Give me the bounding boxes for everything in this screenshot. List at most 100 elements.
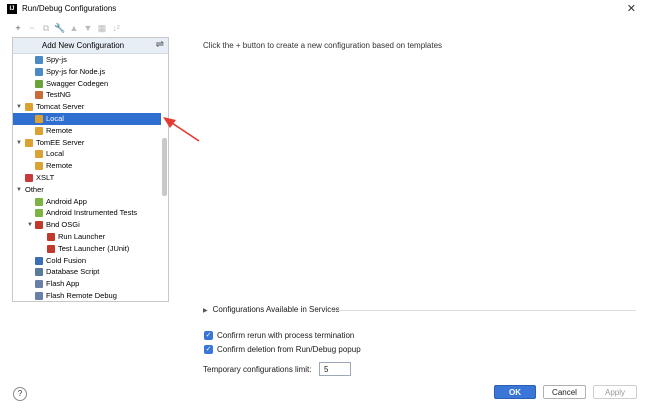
spy-icon xyxy=(35,67,43,76)
tree-item-label: Remote xyxy=(46,125,73,135)
tree-item-label: Bnd OSGi xyxy=(46,220,80,230)
sort-icon[interactable]: ↓² xyxy=(110,21,122,35)
empty-state-hint: Click the + button to create a new confi… xyxy=(203,41,443,50)
tomcat-icon xyxy=(25,103,33,112)
tree-item[interactable]: Android Instrumented Tests xyxy=(35,207,137,219)
tree-item[interactable]: Flash Remote Debug xyxy=(35,290,117,301)
bnd-icon xyxy=(47,244,55,253)
arrow-down-icon[interactable]: ▼ xyxy=(82,21,94,35)
tree-item[interactable]: Local xyxy=(35,148,64,160)
close-icon[interactable]: ✕ xyxy=(627,2,636,15)
tree-item[interactable]: Remote xyxy=(35,160,72,172)
ok-button[interactable]: OK xyxy=(494,385,536,399)
tree-item-label: Database Script xyxy=(46,267,100,277)
tree-item[interactable]: XSLT xyxy=(25,172,54,184)
minus-icon[interactable]: − xyxy=(26,21,38,35)
title-bar: IJ Run/Debug Configurations ✕ xyxy=(0,0,650,18)
intellij-app-icon: IJ xyxy=(7,4,17,14)
tree-item-label: Tomcat Server xyxy=(36,102,85,112)
temporary-limit-input[interactable]: 5 xyxy=(319,362,351,376)
tomee-icon xyxy=(35,162,43,171)
tree-item-label: Flash App xyxy=(46,279,80,289)
tree-item-label: Remote xyxy=(46,161,73,171)
tree-item[interactable]: Flash App xyxy=(35,278,79,290)
confirm-rerun-label: Confirm rerun with process termination xyxy=(217,331,355,340)
tree-item[interactable]: Cold Fusion xyxy=(35,255,86,267)
testng-icon xyxy=(35,91,43,100)
tree-item-label: XSLT xyxy=(36,173,55,182)
tree-item[interactable]: Bnd OSGi xyxy=(35,219,80,231)
add-new-configuration-label: Add New Configuration xyxy=(41,41,125,50)
checkbox-checked-icon: ✓ xyxy=(204,331,213,341)
tree-item[interactable]: Database Script xyxy=(35,266,99,278)
tree-item-label: Swagger Codegen xyxy=(46,78,109,88)
configuration-list-panel: Add New Configuration ⇌ Spy-js Spy-js for… xyxy=(12,37,169,302)
tree-item[interactable]: Android App xyxy=(35,196,87,208)
tree-item[interactable]: Tomcat Server xyxy=(25,101,84,113)
configurations-in-services-toggle[interactable]: ▶ Configurations Available in Services xyxy=(203,305,340,314)
tree-item-label: Spy-js for Node.js xyxy=(46,66,106,76)
config-toolbar: + − ⧉ 🔧 ▲ ▼ ▦ ↓² xyxy=(12,21,172,35)
tree-item[interactable]: Swagger Codegen xyxy=(35,78,108,90)
bnd-icon xyxy=(35,221,43,230)
tree-item[interactable]: Spy-js xyxy=(35,54,67,66)
tree-item[interactable]: Remote xyxy=(35,125,72,137)
tomcat-icon xyxy=(35,126,43,135)
vertical-scrollbar[interactable] xyxy=(162,138,167,196)
help-icon[interactable]: ? xyxy=(13,387,27,401)
tree-item-label: Other xyxy=(25,184,44,194)
folder-icon[interactable]: ▦ xyxy=(96,21,108,35)
configurations-in-services-label: Configurations Available in Services xyxy=(212,305,340,314)
tomee-icon xyxy=(25,138,33,147)
window-title: Run/Debug Configurations xyxy=(22,4,117,13)
expand-caret-icon[interactable]: ▼ xyxy=(16,187,22,193)
apply-button[interactable]: Apply xyxy=(593,385,637,399)
tree-item-label: Test Launcher (JUnit) xyxy=(58,243,130,253)
arrow-up-icon[interactable]: ▲ xyxy=(68,21,80,35)
expand-arrow-icon: ▶ xyxy=(203,308,208,314)
expand-caret-icon[interactable]: ▼ xyxy=(16,140,22,146)
plus-icon[interactable]: + xyxy=(12,21,24,35)
android-icon xyxy=(35,209,43,218)
tree-item-label: Run Launcher xyxy=(58,232,106,241)
spy-icon xyxy=(35,56,43,65)
tree-item-label: Local xyxy=(46,149,64,159)
confirm-rerun-checkbox[interactable]: ✓ Confirm rerun with process termination xyxy=(204,331,355,341)
expand-caret-icon[interactable]: ▼ xyxy=(27,222,33,228)
android-icon xyxy=(35,197,43,206)
confirm-deletion-label: Confirm deletion from Run/Debug popup xyxy=(217,345,361,354)
tree-item-label: Cold Fusion xyxy=(46,255,87,265)
checkbox-checked-icon: ✓ xyxy=(204,345,213,355)
tree-item[interactable]: Other xyxy=(25,184,44,196)
tree-item-label: TomEE Server xyxy=(36,137,85,147)
tree-item-label: Spy-js xyxy=(46,55,67,64)
tomcat-icon xyxy=(35,115,43,124)
flash-icon xyxy=(35,292,43,301)
bnd-icon xyxy=(47,233,55,242)
temporary-limit-label: Temporary configurations limit: xyxy=(203,365,312,374)
expand-caret-icon[interactable]: ▼ xyxy=(16,104,22,110)
tree-item-label: TestNG xyxy=(46,90,72,100)
tree-item[interactable]: Spy-js for Node.js xyxy=(35,66,105,78)
tree-item[interactable]: Run Launcher xyxy=(47,231,105,243)
separator-line xyxy=(330,310,636,311)
tree-item-label: Flash Remote Debug xyxy=(46,291,117,300)
tree-item-label: Android App xyxy=(46,196,87,206)
coldfusion-icon xyxy=(35,256,43,265)
database-icon xyxy=(35,268,43,277)
confirm-deletion-checkbox[interactable]: ✓ Confirm deletion from Run/Debug popup xyxy=(204,345,361,355)
swagger-icon xyxy=(35,79,43,88)
add-new-configuration-header: Add New Configuration ⇌ xyxy=(13,38,168,54)
cancel-button[interactable]: Cancel xyxy=(543,385,586,399)
tree-item[interactable]: TomEE Server xyxy=(25,137,84,149)
wrench-icon[interactable]: 🔧 xyxy=(54,21,66,35)
tree-item-label: Android Instrumented Tests xyxy=(46,208,138,218)
tomee-icon xyxy=(35,150,43,159)
tree-item-label: Local xyxy=(46,114,64,123)
tree-item[interactable]: TestNG xyxy=(35,89,71,101)
tree-item[interactable]: Local xyxy=(13,113,161,125)
xslt-icon xyxy=(25,174,33,183)
settings-menu-icon[interactable]: ⇌ xyxy=(156,39,164,50)
tree-item[interactable]: Test Launcher (JUnit) xyxy=(47,243,129,255)
copy-icon[interactable]: ⧉ xyxy=(40,21,52,35)
